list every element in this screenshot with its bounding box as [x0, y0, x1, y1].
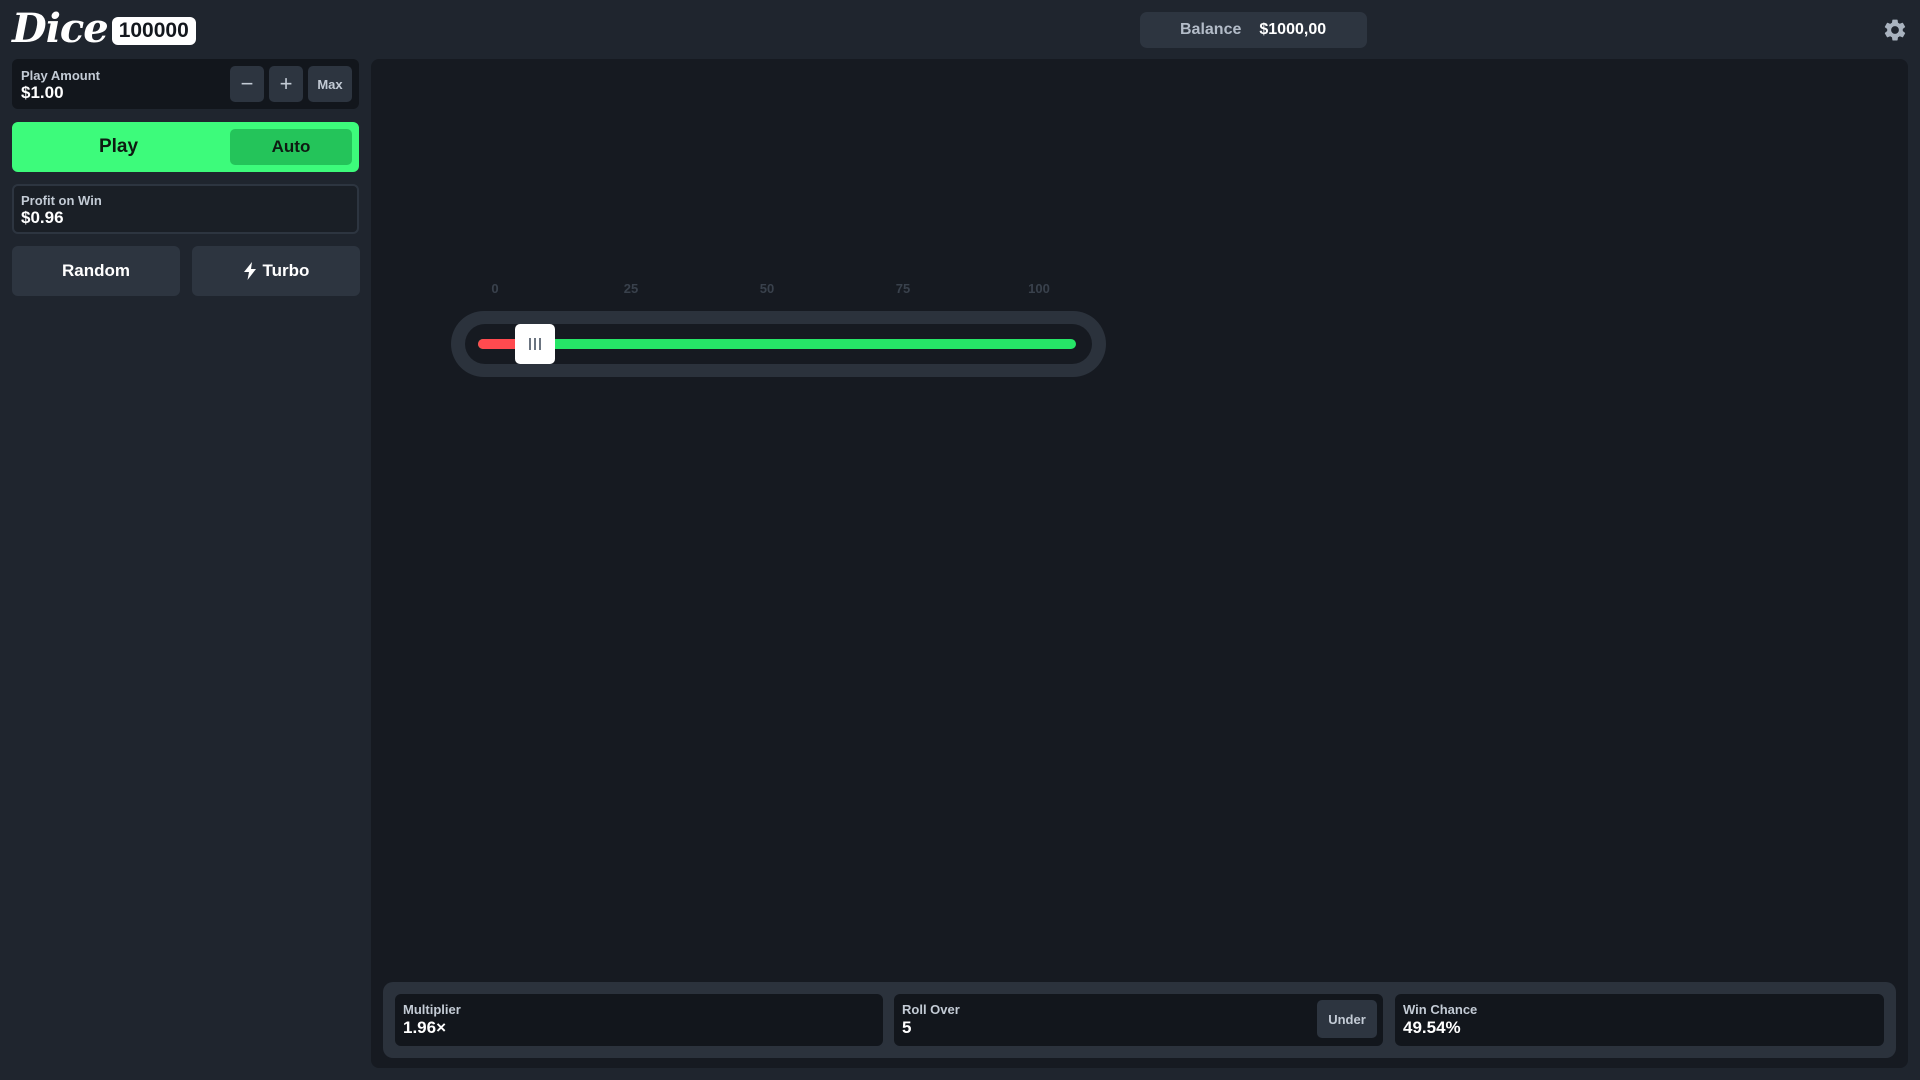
roll-over-label: Roll Over: [902, 1002, 960, 1017]
logo-badge: 100000: [111, 17, 196, 45]
win-chance-value[interactable]: 49.54%: [1403, 1018, 1461, 1038]
roll-slider[interactable]: [451, 311, 1106, 377]
slider-tick-50: 50: [759, 281, 775, 296]
slider-tick-0: 0: [491, 281, 499, 296]
turbo-button[interactable]: Turbo: [192, 246, 360, 296]
header: Dice 100000 Balance $1000,00: [0, 0, 1920, 59]
random-button[interactable]: Random: [12, 246, 180, 296]
play-button[interactable]: Play Auto: [12, 122, 359, 172]
lightning-icon: [243, 262, 257, 280]
slider-track-win: [478, 339, 1076, 349]
multiplier-value[interactable]: 1.96×: [403, 1018, 446, 1038]
slider-tick-100: 100: [1028, 281, 1050, 296]
max-amount-button[interactable]: Max: [308, 66, 352, 102]
turbo-label: Turbo: [262, 261, 310, 280]
slider-thumb[interactable]: [514, 324, 555, 364]
win-chance-field[interactable]: Win Chance 49.54%: [1395, 994, 1884, 1046]
balance-display: Balance $1000,00: [1140, 12, 1367, 48]
slider-ticks: 0 25 50 75 100: [371, 281, 1908, 297]
dice-app: Dice 100000 Balance $1000,00 Play Amount…: [0, 0, 1920, 1080]
under-toggle-button[interactable]: Under: [1317, 1000, 1377, 1038]
slider-tick-25: 25: [623, 281, 639, 296]
grip-icon: [528, 338, 541, 350]
game-area: 0 25 50 75 100 Multiplier 1.96× Roll Over 5 …: [371, 59, 1908, 1068]
win-chance-label: Win Chance: [1403, 1002, 1478, 1017]
balance-label: Balance: [1180, 21, 1242, 38]
auto-button[interactable]: Auto: [230, 129, 352, 165]
decrease-amount-button[interactable]: −: [230, 66, 264, 102]
profit-on-win-field: Profit on Win $0.96: [12, 184, 359, 234]
slider-inner: [465, 324, 1092, 364]
multiplier-label: Multiplier: [403, 1002, 461, 1017]
play-amount-field[interactable]: Play Amount $1.00 − + Max: [12, 59, 359, 109]
roll-over-field[interactable]: Roll Over 5 Under: [894, 994, 1383, 1046]
logo: Dice 100000: [12, 6, 196, 52]
increase-amount-button[interactable]: +: [269, 66, 303, 102]
profit-label: Profit on Win: [21, 193, 102, 208]
stats-bar: Multiplier 1.96× Roll Over 5 Under Win C…: [383, 982, 1896, 1058]
play-amount-value[interactable]: $1.00: [21, 83, 64, 103]
balance-value: $1000,00: [1259, 21, 1327, 38]
play-label: Play: [98, 136, 139, 157]
slider-tick-75: 75: [895, 281, 911, 296]
random-label: Random: [62, 261, 130, 280]
gear-icon: [1884, 19, 1906, 41]
logo-word: Dice: [12, 5, 109, 52]
play-amount-label: Play Amount: [21, 68, 100, 83]
settings-button[interactable]: [1882, 17, 1908, 43]
profit-value: $0.96: [21, 208, 64, 227]
roll-over-value[interactable]: 5: [902, 1018, 911, 1038]
multiplier-field[interactable]: Multiplier 1.96×: [395, 994, 883, 1046]
